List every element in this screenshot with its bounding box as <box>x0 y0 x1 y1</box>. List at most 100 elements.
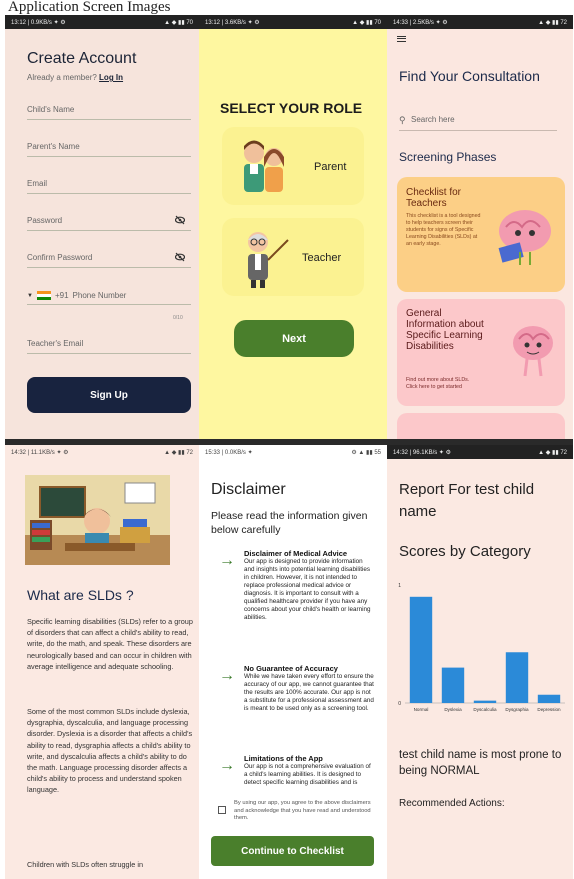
select-role-screen: 13:12 | 3.6KB/s ✦ ⚙ ▲ ◆ ▮▮ 70 SELECT YOUR… <box>199 15 387 439</box>
general-information-card[interactable]: General Information about Specific Learn… <box>397 299 565 406</box>
slds-title: What are SLDs ? <box>27 587 134 603</box>
status-bar: 13:12 | 0.9KB/s ✦ ⚙ ▲ ◆ ▮▮ 70 <box>5 15 199 29</box>
parent-name-field[interactable]: Parent's Name <box>27 139 191 157</box>
disclaimer-title: Disclaimer <box>211 481 286 498</box>
continue-to-checklist-button[interactable]: Continue to Checklist <box>211 836 374 866</box>
bar <box>537 694 561 703</box>
what-are-slds-screen: 14:32 | 11.1KB/s ✦ ⚙ ▲ ◆ ▮▮ 72 What are S… <box>5 445 199 879</box>
chevron-down-icon[interactable]: ▼ <box>27 288 33 304</box>
result-text: test child name is most prone to being N… <box>399 749 562 777</box>
card-title: General Information about Specific Learn… <box>406 308 484 352</box>
teacher-role-card[interactable]: Teacher <box>222 218 364 296</box>
already-member-text: Already a member? <box>27 73 97 82</box>
parent-role-card[interactable]: Parent <box>222 127 364 205</box>
parent-label: Parent <box>314 161 347 173</box>
status-time: 14:33 | 2.5KB/s ✦ ⚙ <box>393 20 448 26</box>
disclaimer-subtitle: Please read the information given below … <box>211 510 368 536</box>
item-text: Our app is not a comprehensive evaluatio… <box>244 763 371 786</box>
status-icons: ▲ ◆ ▮▮ 72 <box>538 450 567 456</box>
classroom-illustration-icon <box>25 475 170 565</box>
confirm-password-field[interactable]: Confirm Password <box>27 250 191 268</box>
agree-checkbox[interactable] <box>218 806 226 814</box>
search-input[interactable]: ⚲ Search here <box>399 111 557 131</box>
item-heading: No Guarantee of Accuracy <box>244 664 338 673</box>
status-time: 14:32 | 96.1KB/s ✦ ⚙ <box>393 450 451 456</box>
slds-paragraph: Specific learning disabilities (SLDs) re… <box>27 617 193 671</box>
page-title: Application Screen Images <box>8 0 171 14</box>
y-tick-label: 0 <box>398 701 401 707</box>
phone-counter: 0/10 <box>173 315 183 321</box>
disclaimer-item: → Limitations of the App Our app is not a… <box>209 755 377 795</box>
status-time: 14:32 | 11.1KB/s ✦ ⚙ <box>11 450 69 456</box>
eye-off-icon[interactable] <box>175 252 185 262</box>
create-account-screen: 13:12 | 0.9KB/s ✦ ⚙ ▲ ◆ ▮▮ 70 Create Acco… <box>5 15 199 439</box>
next-card[interactable] <box>397 413 565 439</box>
x-tick-label: Depression <box>537 707 561 712</box>
child-name-field[interactable]: Child's Name <box>27 102 191 120</box>
confirm-password-label: Confirm Password <box>27 253 93 262</box>
already-member-row: Already a member? Log In <box>27 73 123 82</box>
brain-reading-icon <box>498 210 551 265</box>
arrow-right-icon: → <box>219 667 235 684</box>
bar <box>473 700 497 703</box>
slds-paragraph: Children with SLDs often struggle in <box>27 860 143 869</box>
recommended-actions-heading: Recommended Actions: <box>399 798 505 809</box>
phone-placeholder: Phone Number <box>72 290 127 300</box>
create-account-title: Create Account <box>27 50 137 67</box>
status-bar: 13:12 | 3.6KB/s ✦ ⚙ ▲ ◆ ▮▮ 70 <box>199 15 387 29</box>
teacher-illustration-icon <box>248 232 289 288</box>
disclaimer-item: → No Guarantee of Accuracy While we have … <box>209 665 377 750</box>
report-screen: 14:32 | 96.1KB/s ✦ ⚙ ▲ ◆ ▮▮ 72 Report For… <box>387 445 573 879</box>
consultation-screen: 14:33 | 2.5KB/s ✦ ⚙ ▲ ◆ ▮▮ 72 Find Your C… <box>387 15 573 439</box>
signup-button[interactable]: Sign Up <box>27 377 191 413</box>
status-icons: ▲ ◆ ▮▮ 72 <box>538 20 567 26</box>
scores-title: Scores by Category <box>399 543 531 560</box>
item-heading: Limitations of the App <box>244 755 323 763</box>
status-time: 13:12 | 3.6KB/s ✦ ⚙ <box>205 20 260 26</box>
phone-field[interactable]: ▼ +91 Phone Number <box>27 287 191 305</box>
country-code: +91 <box>54 290 69 300</box>
slds-paragraph: Some of the most common SLDs include dys… <box>27 707 193 795</box>
card-description: Find out more about SLDs. Click here to … <box>406 377 470 390</box>
search-icon: ⚲ <box>399 115 406 125</box>
status-time: 15:33 | 0.0KB/s ✦ <box>205 450 253 456</box>
status-icons: ⚙ ▲ ▮▮ 55 <box>351 450 381 456</box>
status-time: 13:12 | 0.9KB/s ✦ ⚙ <box>11 20 66 26</box>
arrow-right-icon: → <box>219 757 235 774</box>
disclaimer-screen: 15:33 | 0.0KB/s ✦ ⚙ ▲ ▮▮ 55 Disclaimer Pl… <box>199 445 387 879</box>
x-tick-label: Dysgraphia <box>505 707 529 712</box>
next-button[interactable]: Next <box>234 320 354 357</box>
email-field[interactable]: Email <box>27 176 191 194</box>
y-tick-label: 1 <box>398 583 401 589</box>
teacher-label: Teacher <box>302 252 342 264</box>
screening-phases-heading: Screening Phases <box>399 150 497 164</box>
item-text: While we have taken every effort to ensu… <box>244 673 374 712</box>
card-description: This checklist is a tool designed to hel… <box>406 213 481 247</box>
login-link[interactable]: Log In <box>99 73 123 82</box>
parent-illustration-icon <box>244 140 284 192</box>
item-text: Our app is designed to provide informati… <box>244 558 371 621</box>
status-bar: 14:33 | 2.5KB/s ✦ ⚙ ▲ ◆ ▮▮ 72 <box>387 15 573 29</box>
password-field[interactable]: Password <box>27 213 191 231</box>
status-icons: ▲ ◆ ▮▮ 70 <box>352 20 381 26</box>
status-icons: ▲ ◆ ▮▮ 72 <box>164 450 193 456</box>
card-title: Checklist for Teachers <box>406 187 462 209</box>
bar <box>441 667 465 703</box>
select-role-title: SELECT YOUR ROLE <box>220 100 363 116</box>
india-flag-icon <box>36 291 51 300</box>
status-bar: 14:32 | 96.1KB/s ✦ ⚙ ▲ ◆ ▮▮ 72 <box>387 445 573 459</box>
search-placeholder: Search here <box>411 115 455 124</box>
hamburger-menu-icon[interactable] <box>397 36 406 42</box>
password-label: Password <box>27 216 63 225</box>
scores-bar-chart: 0 1 Normal Dyslexia Dyscalculia Dysgraphia Dep… <box>398 583 565 712</box>
eye-off-icon[interactable] <box>175 215 185 225</box>
report-title: Report For test child name <box>399 481 535 520</box>
status-icons: ▲ ◆ ▮▮ 70 <box>164 20 193 26</box>
brain-character-icon <box>513 326 553 377</box>
teacher-email-field[interactable]: Teacher's Email <box>27 336 191 354</box>
bar <box>409 596 433 703</box>
x-tick-label: Dyslexia <box>444 707 462 712</box>
item-heading: Disclaimer of Medical Advice <box>244 549 348 558</box>
x-tick-label: Dyscalculia <box>473 707 497 712</box>
checklist-teachers-card[interactable]: Checklist for Teachers This checklist is… <box>397 177 565 292</box>
